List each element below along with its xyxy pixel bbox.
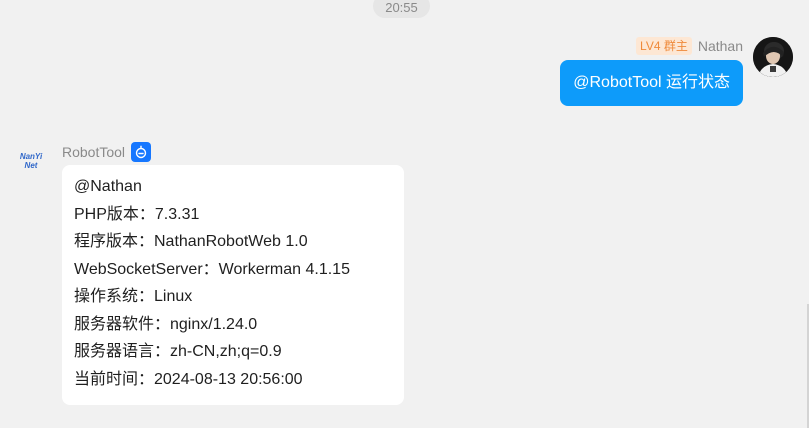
sender-name[interactable]: Nathan bbox=[698, 38, 743, 54]
message-line: WebSocketServer：Workerman 4.1.15 bbox=[74, 260, 350, 278]
incoming-message: NanYi Net RobotTool @Nathan PHP版本：7.3.31… bbox=[0, 140, 809, 410]
outgoing-bubble[interactable]: @RobotTool 运行状态 bbox=[560, 60, 743, 106]
level-badge: LV4 群主 bbox=[636, 37, 692, 55]
message-line: 程序版本：NathanRobotWeb 1.0 bbox=[74, 233, 308, 250]
avatar-text-line2: Net bbox=[24, 161, 38, 170]
message-line: 服务器语言：zh-CN,zh;q=0.9 bbox=[74, 343, 282, 360]
bot-avatar[interactable]: NanYi Net bbox=[14, 152, 48, 174]
avatar[interactable] bbox=[753, 37, 793, 77]
avatar-text-line1: NanYi bbox=[19, 152, 43, 161]
message-line: PHP版本：7.3.31 bbox=[74, 205, 200, 223]
robot-icon bbox=[131, 142, 152, 162]
message-line: 当前时间：2024-08-13 20:56:00 bbox=[74, 370, 303, 388]
message-line: 操作系统：Linux bbox=[74, 288, 193, 305]
incoming-bubble[interactable]: @Nathan PHP版本：7.3.31 程序版本：NathanRobotWeb… bbox=[62, 165, 404, 405]
outgoing-meta: LV4 群主 Nathan bbox=[636, 36, 743, 56]
message-line: @Nathan bbox=[74, 178, 142, 195]
outgoing-message: LV4 群主 Nathan @RobotTool 运行状态 bbox=[0, 36, 809, 116]
incoming-meta: RobotTool bbox=[62, 142, 152, 162]
sender-name[interactable]: RobotTool bbox=[62, 144, 125, 160]
message-timestamp: 20:55 bbox=[373, 0, 430, 18]
message-line: 服务器软件：nginx/1.24.0 bbox=[74, 315, 258, 333]
